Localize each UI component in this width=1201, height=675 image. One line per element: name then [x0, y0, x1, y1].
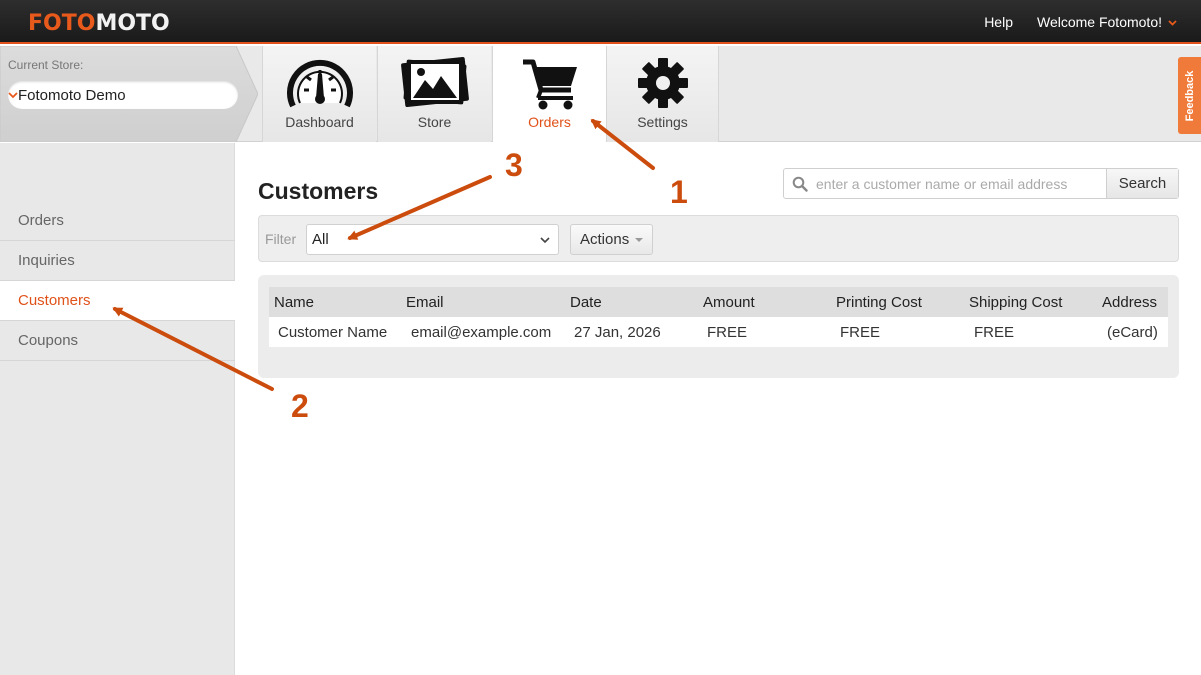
customer-search: Search — [783, 168, 1179, 199]
search-icon — [792, 176, 808, 192]
table-header-row: Name Email Date Amount Printing Cost Shi… — [269, 287, 1168, 317]
filter-select[interactable]: All — [306, 224, 559, 255]
tab-label: Orders — [528, 114, 571, 130]
tab-orders[interactable]: Orders — [492, 46, 606, 142]
filter-select-value: All — [312, 231, 329, 248]
logo-part-moto: MOTO — [95, 11, 170, 36]
welcome-menu[interactable]: Welcome Fotomoto! — [1037, 14, 1177, 30]
column-header-amount[interactable]: Amount — [703, 287, 755, 317]
caret-down-icon — [635, 238, 643, 242]
search-button[interactable]: Search — [1106, 169, 1178, 198]
column-header-printing-cost[interactable]: Printing Cost — [836, 287, 922, 317]
feedback-label: Feedback — [1183, 70, 1196, 121]
column-header-date[interactable]: Date — [570, 287, 602, 317]
chevron-down-icon — [540, 237, 550, 244]
column-header-email[interactable]: Email — [406, 287, 444, 317]
filter-bar: Filter All Actions — [258, 215, 1179, 262]
column-header-shipping-cost[interactable]: Shipping Cost — [969, 287, 1062, 317]
sidebar-item-inquiries[interactable]: Inquiries — [0, 241, 235, 281]
speedometer-icon — [286, 60, 353, 108]
sidebar: Orders Inquiries Customers Coupons — [0, 143, 235, 675]
logo-part-foto: FOTO — [28, 11, 96, 36]
sidebar-item-coupons[interactable]: Coupons — [0, 321, 235, 361]
photos-icon — [400, 56, 469, 108]
store-selector-panel: Current Store: Fotomoto Demo — [0, 46, 258, 142]
cell-shipping-cost: FREE — [974, 323, 1015, 341]
cell-amount: FREE — [707, 323, 748, 341]
cell-date: 27 Jan, 2026 — [574, 323, 661, 341]
tab-label: Store — [417, 114, 452, 130]
gear-icon — [637, 58, 688, 108]
top-links: Help Welcome Fotomoto! — [984, 0, 1201, 44]
table-row[interactable]: Customer Name email@example.com 27 Jan, … — [269, 317, 1168, 347]
chevron-down-icon — [1168, 20, 1177, 26]
cell-printing-cost: FREE — [840, 323, 881, 341]
sidebar-item-label: Customers — [18, 292, 91, 309]
tab-dashboard[interactable]: Dashboard — [262, 46, 376, 142]
cart-icon — [522, 59, 577, 110]
page-title: Customers — [258, 178, 379, 204]
cell-email: email@example.com — [411, 323, 552, 341]
actions-button[interactable]: Actions — [570, 224, 653, 255]
sidebar-item-label: Orders — [18, 212, 64, 229]
column-header-address[interactable]: Address — [1102, 287, 1157, 317]
search-input[interactable] — [816, 172, 1106, 196]
annotation-label-3: 3 — [505, 147, 523, 183]
sidebar-item-orders[interactable]: Orders — [0, 201, 235, 241]
sidebar-item-label: Coupons — [18, 332, 79, 349]
tab-label: Settings — [637, 114, 688, 130]
feedback-tab[interactable]: Feedback — [1178, 57, 1201, 134]
top-bar: FOTOMOTO Help Welcome Fotomoto! — [0, 0, 1201, 44]
store-select-value: Fotomoto Demo — [18, 86, 126, 104]
annotation-label-2: 2 — [291, 388, 309, 424]
welcome-label: Welcome Fotomoto! — [1036, 14, 1162, 30]
filter-label: Filter — [265, 231, 297, 247]
chevron-down-icon — [8, 92, 18, 99]
fotomoto-logo[interactable]: FOTOMOTO — [28, 11, 170, 36]
help-link[interactable]: Help — [984, 14, 1013, 30]
actions-label: Actions — [580, 231, 630, 248]
sidebar-item-label: Inquiries — [18, 252, 75, 269]
annotation-label-1: 1 — [670, 174, 688, 210]
store-select[interactable]: Fotomoto Demo — [8, 81, 238, 109]
cell-name: Customer Name — [278, 323, 388, 341]
tab-store[interactable]: Store — [377, 46, 491, 142]
cell-address: (eCard) — [1107, 323, 1158, 341]
tab-settings[interactable]: Settings — [606, 46, 719, 142]
current-store-label: Current Store: — [8, 58, 84, 72]
customers-table: Name Email Date Amount Printing Cost Shi… — [258, 275, 1179, 378]
tab-label: Dashboard — [285, 114, 354, 130]
sidebar-item-customers[interactable]: Customers — [0, 281, 235, 321]
column-header-name[interactable]: Name — [274, 287, 314, 317]
